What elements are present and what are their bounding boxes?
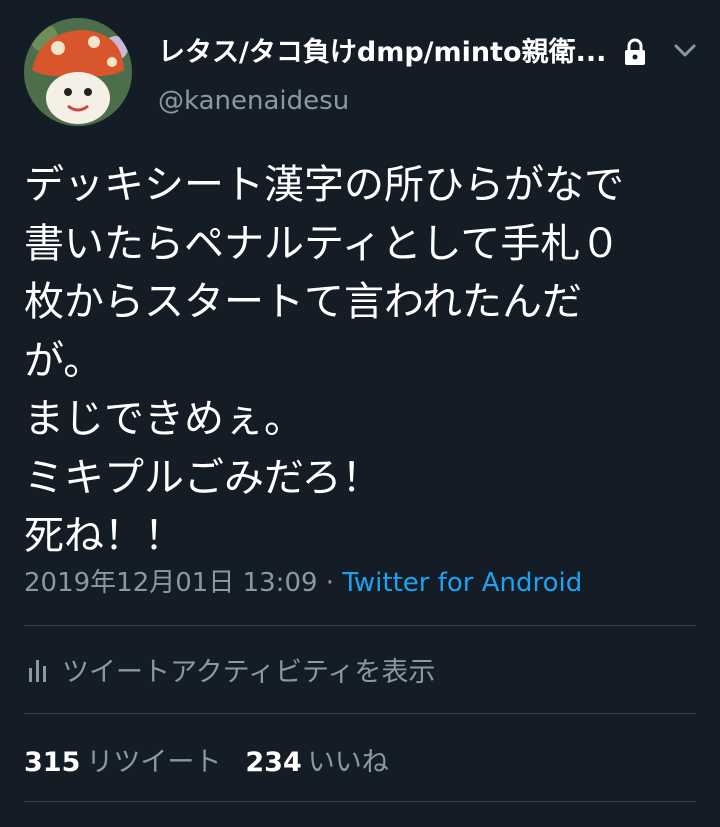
likes-count: 234: [245, 747, 302, 778]
retweets-label: リツイート: [86, 747, 222, 778]
likes-stat[interactable]: 234 いいね: [245, 747, 388, 778]
tweet-activity-label: ツイートアクティビティを表示: [62, 657, 436, 688]
tweet-stats: 315 リツイート 234 いいね: [24, 740, 389, 779]
tweet-activity-button[interactable]: ツイートアクティビティを表示: [24, 648, 696, 688]
tweet-timestamp[interactable]: 2019年12月01日 13:09: [24, 568, 318, 598]
retweets-stat[interactable]: 315 リツイート: [24, 747, 221, 778]
user-handle[interactable]: @kanenaidesu: [158, 86, 349, 116]
tweet-meta: 2019年12月01日 13:09 · Twitter for Android: [24, 562, 582, 599]
avatar[interactable]: [24, 18, 132, 126]
retweets-count: 315: [24, 747, 81, 778]
likes-label: いいね: [307, 747, 389, 778]
lock-icon: [622, 38, 648, 66]
divider: [24, 801, 696, 802]
display-name[interactable]: レタス/タコ負けdmp/minto親衛...: [158, 30, 618, 69]
meta-separator: ·: [317, 568, 343, 598]
tweet-text: デッキシート漢字の所ひらがなで 書いたらペナルティとして手札０ 枚からスタートて…: [24, 162, 624, 559]
tweet-source-link[interactable]: Twitter for Android: [342, 568, 582, 598]
chevron-down-icon[interactable]: [672, 40, 698, 62]
mushroom-avatar-image: [24, 18, 132, 126]
divider: [24, 713, 696, 714]
divider: [24, 625, 696, 626]
bar-chart-icon: [28, 656, 50, 682]
tweet-header: レタス/タコ負けdmp/minto親衛... @kanenaidesu: [24, 18, 696, 130]
